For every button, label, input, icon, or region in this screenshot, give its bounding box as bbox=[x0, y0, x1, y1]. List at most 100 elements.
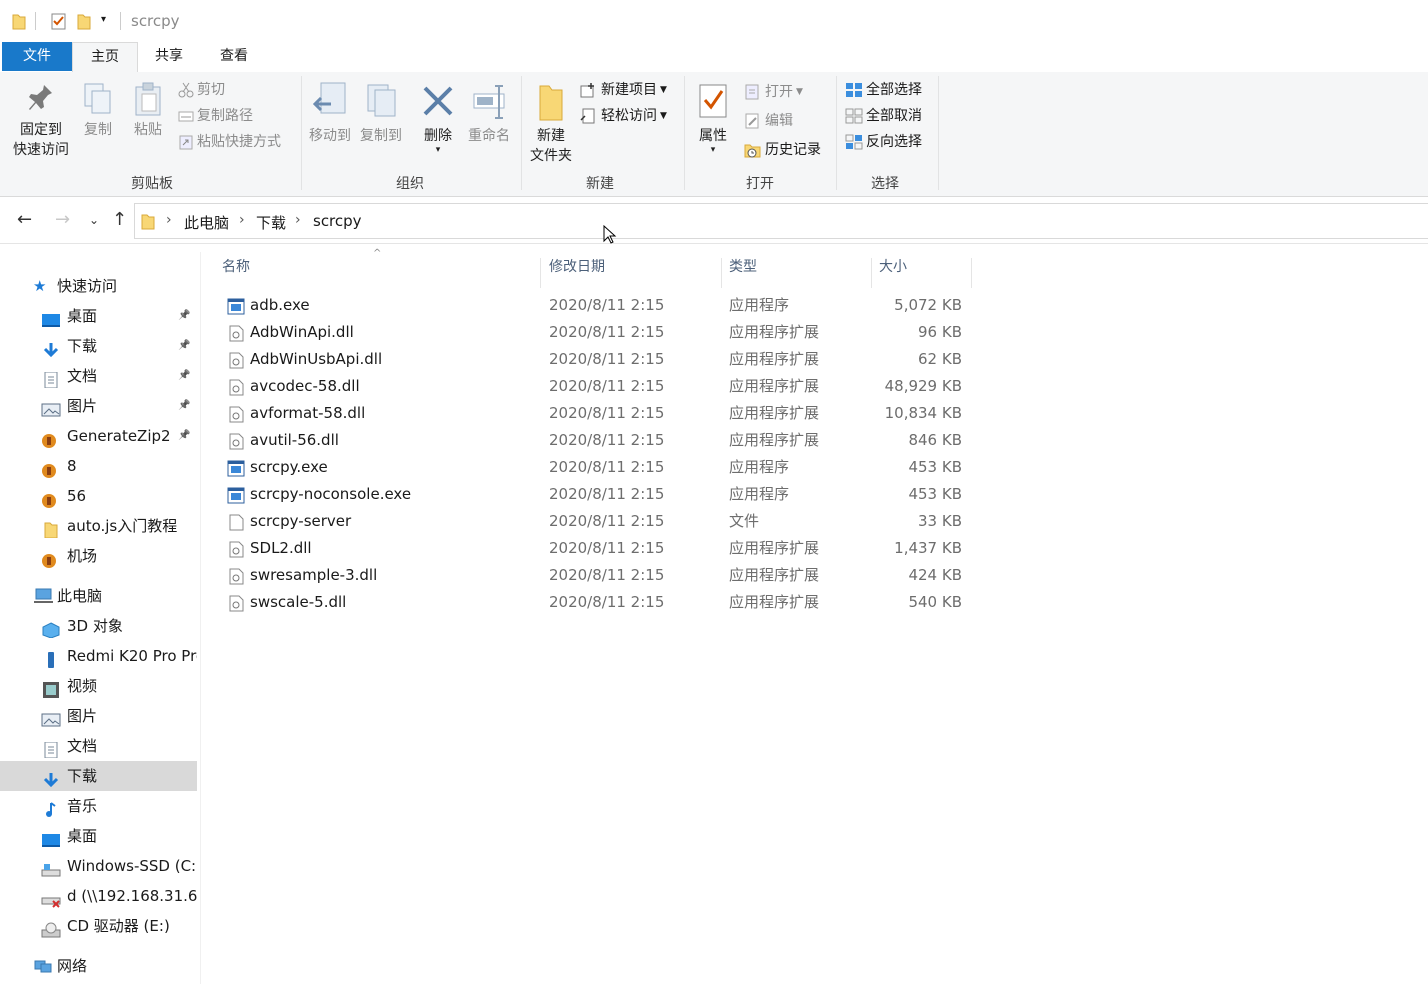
sidebar-item-label: d (\\192.168.31.68 bbox=[67, 887, 197, 905]
properties-button[interactable]: 属性 ▾ bbox=[692, 82, 734, 155]
sidebar-item[interactable]: 音乐 bbox=[0, 791, 197, 821]
sidebar-item[interactable]: 机场 bbox=[0, 541, 197, 571]
sidebar-item-network[interactable]: 网络 bbox=[0, 951, 197, 981]
move-to-button[interactable]: 移动到 bbox=[307, 82, 353, 146]
pin-icon: 📌 bbox=[178, 370, 191, 381]
desktop-icon bbox=[41, 308, 61, 331]
invert-selection-button[interactable]: 反向选择 bbox=[845, 131, 922, 153]
sidebar-item[interactable]: 图片 📌 bbox=[0, 391, 197, 421]
sidebar-item[interactable]: 桌面 bbox=[0, 821, 197, 851]
sidebar-item[interactable]: 下载 📌 bbox=[0, 331, 197, 361]
file-row[interactable]: scrcpy-noconsole.exe 2020/8/11 2:15 应用程序 45… bbox=[223, 481, 973, 508]
column-header-date[interactable]: 修改日期 bbox=[542, 258, 722, 288]
breadcrumb-scrcpy[interactable]: scrcpy bbox=[313, 212, 362, 230]
select-all-button[interactable]: 全部选择 bbox=[845, 79, 922, 101]
sidebar-item[interactable]: 3D 对象 bbox=[0, 611, 197, 641]
sidebar-item-quick-access[interactable]: ★ 快速访问 bbox=[0, 271, 197, 301]
file-type: 应用程序 bbox=[729, 458, 790, 476]
column-header-type[interactable]: 类型 bbox=[722, 258, 872, 288]
forward-icon[interactable]: → bbox=[55, 209, 70, 230]
sidebar-item[interactable]: 文档 bbox=[0, 731, 197, 761]
rename-button[interactable]: 重命名 bbox=[463, 82, 515, 146]
sidebar-item-this-pc[interactable]: 此电脑 bbox=[0, 581, 197, 611]
3d-objects-icon bbox=[41, 618, 61, 641]
sidebar-item[interactable]: 图片 bbox=[0, 701, 197, 731]
sidebar-item-label: Windows-SSD (C:) bbox=[67, 857, 197, 875]
pin-to-quick-access-button[interactable]: 固定到 快速访问 bbox=[8, 82, 74, 160]
copy-path-button[interactable]: 复制路径 bbox=[178, 105, 253, 127]
sidebar-item[interactable]: Redmi K20 Pro Pre bbox=[0, 641, 197, 671]
tab-view[interactable]: 查看 bbox=[204, 42, 264, 71]
open-button[interactable]: 打开 ▼ bbox=[744, 81, 803, 103]
customize-quick-access-icon[interactable]: ▾ bbox=[101, 14, 106, 34]
ribbon: 固定到 快速访问 复制 粘贴 剪切 复制路径 粘贴快捷方式 剪贴板 移动到 复制… bbox=[0, 72, 1428, 197]
new-folder-button[interactable]: 新建 文件夹 bbox=[526, 82, 576, 166]
column-header-name[interactable]: 名称 bbox=[215, 258, 541, 288]
sidebar-item-label: 文档 bbox=[67, 367, 98, 385]
sidebar-item[interactable]: 8 bbox=[0, 451, 197, 481]
tab-home[interactable]: 主页 bbox=[72, 42, 138, 73]
sidebar-item[interactable]: 下载 bbox=[0, 761, 197, 791]
pin-icon: 📌 bbox=[178, 340, 191, 351]
sidebar-item[interactable]: auto.js入门教程 bbox=[0, 511, 197, 541]
file-size: 540 KB bbox=[908, 593, 962, 611]
paste-button[interactable]: 粘贴 bbox=[127, 82, 169, 140]
folder-icon bbox=[141, 214, 155, 230]
sidebar-item[interactable]: CD 驱动器 (E:) bbox=[0, 911, 197, 941]
tab-share[interactable]: 共享 bbox=[140, 42, 198, 71]
file-row[interactable]: swscale-5.dll 2020/8/11 2:15 应用程序扩展 540 KB bbox=[223, 589, 973, 616]
cut-button[interactable]: 剪切 bbox=[178, 79, 225, 101]
paste-shortcut-button[interactable]: 粘贴快捷方式 bbox=[178, 131, 281, 153]
sidebar-item[interactable]: Windows-SSD (C:) bbox=[0, 851, 197, 881]
chevron-right-icon[interactable]: › bbox=[166, 212, 172, 228]
properties-quick-icon[interactable] bbox=[51, 12, 67, 32]
copy-icon bbox=[84, 83, 111, 114]
chevron-right-icon[interactable]: › bbox=[239, 212, 245, 228]
address-bar[interactable]: › 此电脑 › 下载 › scrcpy bbox=[134, 203, 1428, 239]
select-none-button[interactable]: 全部取消 bbox=[845, 105, 922, 127]
file-row[interactable]: AdbWinUsbApi.dll 2020/8/11 2:15 应用程序扩展 62 K… bbox=[223, 346, 973, 373]
copy-button[interactable]: 复制 bbox=[78, 82, 118, 140]
file-size: 48,929 KB bbox=[884, 377, 962, 395]
delete-dropdown-icon[interactable]: ▾ bbox=[418, 146, 458, 155]
new-item-button[interactable]: 新建项目 ▼ bbox=[580, 79, 667, 101]
navigation-pane: ★ 快速访问 桌面 📌 下载 📌 文档 📌 图片 📌 GenerateZip2 📌 8 56 auto.… bbox=[0, 252, 201, 984]
tab-file[interactable]: 文件 bbox=[2, 42, 72, 71]
sidebar-item[interactable]: 桌面 📌 bbox=[0, 301, 197, 331]
chevron-right-icon[interactable]: › bbox=[295, 212, 301, 228]
file-row[interactable]: AdbWinApi.dll 2020/8/11 2:15 应用程序扩展 96 KB bbox=[223, 319, 973, 346]
copy-path-icon bbox=[178, 111, 194, 122]
sidebar-item[interactable]: GenerateZip2 📌 bbox=[0, 421, 197, 451]
new-folder-quick-icon[interactable] bbox=[77, 12, 91, 32]
delete-button[interactable]: 删除 ▾ bbox=[418, 82, 458, 155]
edit-button[interactable]: 编辑 bbox=[744, 110, 793, 132]
recent-locations-chevron-icon[interactable]: ⌄ bbox=[89, 213, 99, 227]
new-folder-icon bbox=[539, 85, 563, 121]
file-type: 应用程序扩展 bbox=[729, 377, 820, 395]
easy-access-icon bbox=[580, 108, 595, 124]
sidebar-item-label: 音乐 bbox=[67, 797, 98, 815]
history-button[interactable]: 历史记录 bbox=[744, 139, 821, 161]
file-row[interactable]: adb.exe 2020/8/11 2:15 应用程序 5,072 KB bbox=[223, 292, 973, 319]
file-row[interactable]: avutil-56.dll 2020/8/11 2:15 应用程序扩展 846 KB bbox=[223, 427, 973, 454]
sidebar-item[interactable]: 视频 bbox=[0, 671, 197, 701]
easy-access-button[interactable]: 轻松访问 ▼ bbox=[580, 105, 667, 127]
sidebar-item[interactable]: 文档 📌 bbox=[0, 361, 197, 391]
copy-to-button[interactable]: 复制到 bbox=[357, 82, 405, 146]
back-icon[interactable]: ← bbox=[17, 209, 32, 230]
file-date: 2020/8/11 2:15 bbox=[549, 458, 665, 476]
file-row[interactable]: scrcpy-server 2020/8/11 2:15 文件 33 KB bbox=[223, 508, 973, 535]
file-row[interactable]: scrcpy.exe 2020/8/11 2:15 应用程序 453 KB bbox=[223, 454, 973, 481]
properties-dropdown-icon[interactable]: ▾ bbox=[692, 146, 734, 155]
up-icon[interactable]: ↑ bbox=[112, 209, 127, 230]
sidebar-item[interactable]: 56 bbox=[0, 481, 197, 511]
breadcrumb-downloads[interactable]: 下载 bbox=[256, 212, 286, 233]
file-row[interactable]: SDL2.dll 2020/8/11 2:15 应用程序扩展 1,437 KB bbox=[223, 535, 973, 562]
sidebar-item[interactable]: d (\\192.168.31.68 bbox=[0, 881, 197, 911]
file-row[interactable]: avformat-58.dll 2020/8/11 2:15 应用程序扩展 10,83… bbox=[223, 400, 973, 427]
file-row[interactable]: avcodec-58.dll 2020/8/11 2:15 应用程序扩展 48,929… bbox=[223, 373, 973, 400]
breadcrumb-this-pc[interactable]: 此电脑 bbox=[184, 212, 229, 233]
column-header-size[interactable]: 大小 bbox=[872, 258, 972, 288]
app-folder-icon bbox=[41, 548, 61, 571]
file-row[interactable]: swresample-3.dll 2020/8/11 2:15 应用程序扩展 424 … bbox=[223, 562, 973, 589]
